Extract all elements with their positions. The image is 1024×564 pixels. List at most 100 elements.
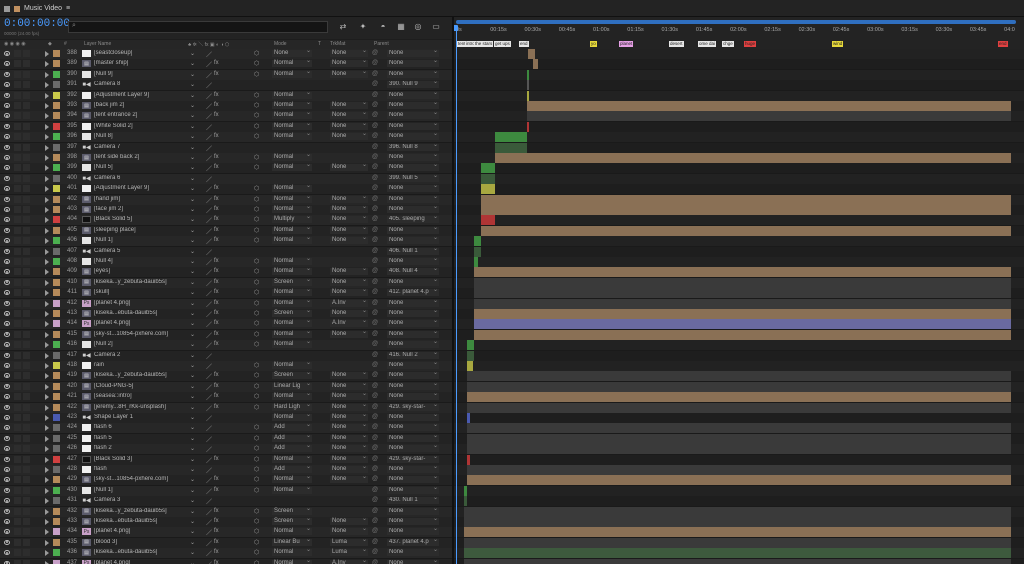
lock-toggle[interactable]: [23, 382, 30, 390]
quality-switch[interactable]: ／: [206, 237, 212, 246]
layer-name[interactable]: [tent entrance 2]: [94, 112, 186, 118]
parent-pickwhip-icon[interactable]: @: [372, 71, 378, 77]
parent-pickwhip-icon[interactable]: @: [372, 362, 378, 368]
parent-dropdown[interactable]: None: [387, 60, 439, 68]
parent-dropdown[interactable]: None: [387, 320, 439, 328]
audio-toggle[interactable]: [14, 133, 21, 141]
shy-switch[interactable]: ⌄: [190, 341, 195, 348]
audio-toggle[interactable]: [14, 445, 21, 453]
audio-toggle[interactable]: [14, 226, 21, 234]
layer-duration-bar[interactable]: [473, 329, 1011, 340]
parent-dropdown[interactable]: None: [387, 112, 439, 120]
3d-layer-switch[interactable]: ⬡: [254, 549, 259, 556]
shy-switch[interactable]: ⌄: [190, 81, 195, 88]
layer-row[interactable]: 436 ▤[kiseka...ebuta-dauib5s] ⌄ ／fx ⬡ Normal L…: [0, 547, 452, 560]
layer-name[interactable]: flash: [94, 466, 186, 472]
label-color-swatch[interactable]: [53, 507, 60, 515]
parent-pickwhip-icon[interactable]: @: [372, 216, 378, 222]
expand-triangle-icon[interactable]: [45, 425, 49, 432]
quality-switch[interactable]: ／: [206, 362, 212, 371]
expand-triangle-icon[interactable]: [45, 394, 49, 401]
shy-switch[interactable]: ⌄: [190, 144, 195, 151]
3d-layer-switch[interactable]: ⬡: [254, 456, 259, 463]
parent-pickwhip-icon[interactable]: @: [372, 227, 378, 233]
label-color-swatch[interactable]: [53, 195, 60, 203]
visibility-eye-icon[interactable]: [4, 227, 10, 233]
track-matte-dropdown[interactable]: A.Inv: [330, 298, 368, 307]
layer-search-input[interactable]: ⌕: [68, 21, 328, 33]
shy-switch[interactable]: ⌄: [190, 216, 195, 223]
label-color-swatch[interactable]: [53, 258, 60, 265]
3d-layer-switch[interactable]: ⬡: [254, 185, 259, 192]
expand-triangle-icon[interactable]: [45, 269, 49, 276]
layer-row[interactable]: 406 [Null 1] ⌄ ／fx ⬡ Normal None @ None: [0, 235, 452, 248]
lock-toggle[interactable]: [23, 226, 30, 234]
layer-name[interactable]: [Null 1]: [94, 487, 186, 493]
audio-toggle[interactable]: [14, 174, 21, 182]
layer-row[interactable]: 437 Ps[planet 4.png] ⌄ ／fx ⬡ Normal A.Inv @ None: [0, 558, 452, 564]
audio-toggle[interactable]: [14, 154, 21, 161]
composition-tab[interactable]: Music Video ≡: [4, 3, 70, 14]
visibility-eye-icon[interactable]: [4, 123, 10, 129]
track-matte-dropdown[interactable]: None: [330, 69, 368, 78]
audio-toggle[interactable]: [14, 434, 21, 442]
parent-pickwhip-icon[interactable]: @: [372, 414, 378, 420]
visibility-eye-icon[interactable]: [4, 113, 10, 119]
blend-mode-dropdown[interactable]: Normal: [272, 110, 312, 120]
track-matte-dropdown[interactable]: None: [330, 266, 368, 276]
layer-duration-bar[interactable]: [473, 277, 1011, 288]
layer-name[interactable]: [master ship]: [94, 60, 186, 66]
blend-mode-dropdown[interactable]: Screen: [272, 506, 312, 515]
track-matte-dropdown[interactable]: None: [330, 225, 368, 234]
audio-toggle[interactable]: [14, 185, 21, 193]
track-matte-header[interactable]: TrkMat: [330, 41, 345, 47]
parent-pickwhip-icon[interactable]: @: [372, 310, 378, 316]
blend-mode-dropdown[interactable]: Linear Bu: [272, 537, 312, 546]
layer-row[interactable]: 407 ■◀ Camera 5 ⌄ ／ @406. Null 1: [0, 246, 452, 258]
graph-editor-icon[interactable]: ▭: [431, 21, 441, 31]
parent-dropdown[interactable]: 416. Null 2: [387, 351, 439, 359]
expand-triangle-icon[interactable]: [45, 61, 49, 68]
layer-row[interactable]: 398 ▤[tent side back 2] ⌄ ／fx ⬡ Normal @ None: [0, 152, 452, 164]
fx-switch[interactable]: fx: [214, 196, 219, 202]
layer-duration-bar[interactable]: [473, 319, 1011, 330]
3d-layer-switch[interactable]: ⬡: [254, 50, 259, 57]
parent-pickwhip-icon[interactable]: @: [372, 81, 378, 87]
fx-switch[interactable]: fx: [214, 258, 219, 264]
lock-toggle[interactable]: [23, 50, 30, 57]
quality-switch[interactable]: ／: [206, 445, 212, 454]
shy-switch[interactable]: ⌄: [190, 549, 195, 556]
parent-dropdown[interactable]: 405. sleeping: [387, 216, 439, 224]
expand-triangle-icon[interactable]: [45, 123, 49, 130]
audio-toggle[interactable]: [14, 559, 21, 564]
visibility-eye-icon[interactable]: [4, 259, 10, 264]
layer-name[interactable]: [kiseka...ebuta-dauib5s]: [94, 549, 186, 555]
3d-layer-switch[interactable]: ⬡: [254, 60, 259, 67]
lock-toggle[interactable]: [23, 133, 30, 141]
blend-mode-dropdown[interactable]: Hard Ligh: [272, 402, 312, 411]
layer-row[interactable]: 391 ■◀ Camera 8 ⌄ ／ @390. Null 9: [0, 80, 452, 92]
fx-switch[interactable]: fx: [214, 164, 219, 170]
parent-pickwhip-icon[interactable]: @: [372, 102, 378, 108]
layer-row[interactable]: 408 [Null 4] ⌄ ／fx ⬡ Normal @ None: [0, 256, 452, 268]
3d-layer-switch[interactable]: ⬡: [254, 487, 259, 494]
fx-switch[interactable]: fx: [214, 310, 219, 316]
parent-pickwhip-icon[interactable]: @: [372, 560, 378, 564]
layer-row[interactable]: 395 [White Solid 2] ⌄ ／ ⬡ Normal None @ None: [0, 121, 452, 133]
lock-toggle[interactable]: [23, 341, 30, 349]
fx-switch[interactable]: fx: [214, 539, 219, 545]
av-features-header-icon[interactable]: ◉ ◉ ◉ ◉: [4, 41, 26, 47]
parent-pickwhip-icon[interactable]: @: [372, 487, 378, 493]
fx-switch[interactable]: fx: [214, 289, 219, 295]
layer-duration-bar[interactable]: [473, 309, 1011, 319]
shy-switch[interactable]: ⌄: [190, 237, 195, 244]
blend-mode-dropdown[interactable]: Screen: [272, 516, 312, 525]
3d-layer-switch[interactable]: ⬡: [254, 508, 259, 515]
layer-name[interactable]: [Null 4]: [94, 258, 186, 264]
lock-toggle[interactable]: [23, 258, 30, 265]
audio-toggle[interactable]: [14, 268, 21, 276]
shy-switch[interactable]: ⌄: [190, 466, 195, 473]
composition-marker[interactable]: huge: [744, 41, 757, 47]
expand-triangle-icon[interactable]: [45, 487, 49, 494]
blend-mode-dropdown[interactable]: Normal: [272, 287, 312, 297]
